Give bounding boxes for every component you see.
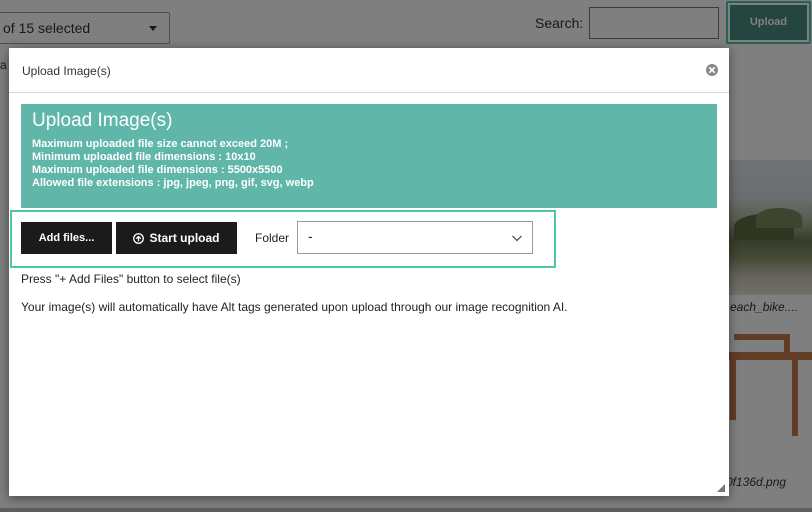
- resize-handle-icon[interactable]: [717, 484, 725, 492]
- start-upload-label: Start upload: [149, 231, 220, 245]
- requirement-max-size: Maximum uploaded file size cannot exceed…: [32, 138, 289, 150]
- requirements-heading: Upload Image(s): [32, 110, 173, 131]
- upload-requirements-panel: Upload Image(s) Maximum uploaded file si…: [21, 104, 717, 208]
- add-files-button[interactable]: Add files...: [21, 222, 112, 254]
- upload-dialog: Upload Image(s) Upload Image(s) Maximum …: [9, 48, 729, 496]
- start-upload-button[interactable]: Start upload: [116, 222, 237, 254]
- upload-circle-icon: [133, 232, 145, 244]
- requirement-max-dimensions: Maximum uploaded file dimensions : 5500x…: [32, 164, 283, 176]
- close-icon[interactable]: [706, 64, 718, 76]
- alt-tags-note: Your image(s) will automatically have Al…: [21, 300, 568, 314]
- folder-label: Folder: [255, 231, 290, 245]
- dialog-header: Upload Image(s): [9, 48, 729, 93]
- requirement-min-dimensions: Minimum uploaded file dimensions : 10x10: [32, 151, 256, 163]
- requirement-extensions: Allowed file extensions : jpg, jpeg, png…: [32, 177, 314, 189]
- folder-select[interactable]: -: [297, 221, 533, 254]
- folder-select-value: -: [308, 228, 313, 244]
- chevron-down-icon: [512, 235, 522, 242]
- dialog-title: Upload Image(s): [22, 64, 111, 78]
- add-files-hint: Press "+ Add Files" button to select fil…: [21, 272, 241, 286]
